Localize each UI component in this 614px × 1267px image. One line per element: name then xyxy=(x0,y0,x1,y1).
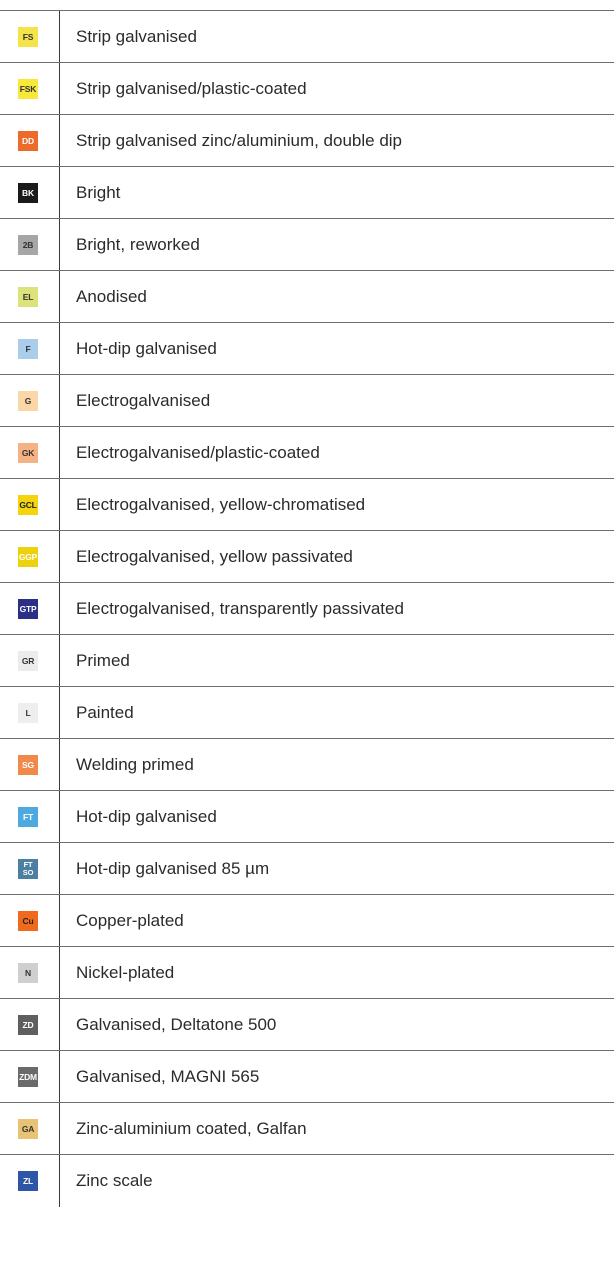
code-cell: N xyxy=(0,947,60,998)
finish-code-badge: F xyxy=(18,338,38,359)
legend-row: FT SO Hot-dip galvanised 85 µm xyxy=(0,843,614,895)
legend-row: SG Welding primed xyxy=(0,739,614,791)
legend-row: ZD Galvanised, Deltatone 500 xyxy=(0,999,614,1051)
finish-description: Electrogalvanised xyxy=(76,390,211,410)
legend-row: FT Hot-dip galvanised xyxy=(0,791,614,843)
code-cell: GCL xyxy=(0,479,60,530)
legend-rows: FS Strip galvanised FSK Strip galvanised/pl… xyxy=(0,11,614,1207)
finish-description: Galvanised, MAGNI 565 xyxy=(76,1066,260,1086)
legend-row: DD Strip galvanised zinc/aluminium, doubl… xyxy=(0,115,614,167)
legend-row: FS Strip galvanised xyxy=(0,11,614,63)
finish-description: Bright xyxy=(76,182,121,202)
finish-description: Galvanised, Deltatone 500 xyxy=(76,1014,277,1034)
code-cell: Cu xyxy=(0,895,60,946)
code-cell: FS xyxy=(0,11,60,62)
legend-row: GCL Electrogalvanised, yellow-chromatised xyxy=(0,479,614,531)
code-cell: SG xyxy=(0,739,60,790)
legend-row: GTP Electrogalvanised, transparently pass… xyxy=(0,583,614,635)
finish-code-badge: FSK xyxy=(18,78,38,99)
finish-code-badge: ZD xyxy=(18,1014,38,1035)
code-cell: GGP xyxy=(0,531,60,582)
code-cell: F xyxy=(0,323,60,374)
finish-code-badge: GK xyxy=(18,442,38,463)
finish-code-badge: 2B xyxy=(18,234,38,255)
code-cell: EL xyxy=(0,271,60,322)
legend-row: EL Anodised xyxy=(0,271,614,323)
legend-row: GGP Electrogalvanised, yellow passivated xyxy=(0,531,614,583)
finish-code-badge: Cu xyxy=(18,910,38,931)
finish-description: Primed xyxy=(76,650,130,670)
legend-row: GR Primed xyxy=(0,635,614,687)
finish-code-badge: GGP xyxy=(18,546,38,567)
code-cell: GR xyxy=(0,635,60,686)
legend-row: BK Bright xyxy=(0,167,614,219)
legend-row: N Nickel-plated xyxy=(0,947,614,999)
finish-code-badge: N xyxy=(18,962,38,983)
finish-description: Anodised xyxy=(76,286,147,306)
finish-code-badge: GTP xyxy=(18,598,38,619)
finish-description: Painted xyxy=(76,702,134,722)
finish-description: Nickel-plated xyxy=(76,962,175,982)
legend-row: L Painted xyxy=(0,687,614,739)
legend-row: G Electrogalvanised xyxy=(0,375,614,427)
legend-row: Cu Copper-plated xyxy=(0,895,614,947)
finish-code-badge: FS xyxy=(18,26,38,47)
code-cell: GK xyxy=(0,427,60,478)
code-cell: FT SO xyxy=(0,843,60,894)
legend-row: GK Electrogalvanised/plastic-coated xyxy=(0,427,614,479)
finish-description: Strip galvanised zinc/aluminium, double … xyxy=(76,130,403,150)
legend-row: GA Zinc-aluminium coated, Galfan xyxy=(0,1103,614,1155)
finish-description: Hot-dip galvanised xyxy=(76,806,217,826)
finish-description: Hot-dip galvanised 85 µm xyxy=(76,858,270,878)
finish-code-badge: G xyxy=(18,390,38,411)
finish-code-badge: L xyxy=(18,702,38,723)
code-cell: FSK xyxy=(0,63,60,114)
legend-row: 2B Bright, reworked xyxy=(0,219,614,271)
finish-description: Strip galvanised/plastic-coated xyxy=(76,78,307,98)
code-cell: GTP xyxy=(0,583,60,634)
finish-description: Zinc scale xyxy=(76,1171,153,1190)
code-cell: DD xyxy=(0,115,60,166)
legend-row: ZDM Galvanised, MAGNI 565 xyxy=(0,1051,614,1103)
code-cell: FT xyxy=(0,791,60,842)
finish-code-badge: BK xyxy=(18,182,38,203)
code-cell: BK xyxy=(0,167,60,218)
finish-code-badge: FT xyxy=(18,806,38,827)
finish-description: Welding primed xyxy=(76,754,194,774)
code-cell: G xyxy=(0,375,60,426)
legend-row: F Hot-dip galvanised xyxy=(0,323,614,375)
legend-row: FSK Strip galvanised/plastic-coated xyxy=(0,63,614,115)
finish-code-badge: GR xyxy=(18,650,38,671)
finish-description: Electrogalvanised, yellow-chromatised xyxy=(76,494,366,514)
code-cell: ZL xyxy=(0,1155,60,1207)
surface-finish-legend-table: FS Strip galvanised FSK Strip galvanised/pl… xyxy=(0,10,614,1207)
code-cell: L xyxy=(0,687,60,738)
code-cell: GA xyxy=(0,1103,60,1154)
finish-description: Hot-dip galvanised xyxy=(76,338,217,358)
finish-description: Strip galvanised xyxy=(76,26,197,46)
finish-code-badge: EL xyxy=(18,286,38,307)
code-cell: ZDM xyxy=(0,1051,60,1102)
code-cell: ZD xyxy=(0,999,60,1050)
finish-description: Copper-plated xyxy=(76,910,184,930)
finish-code-badge: GA xyxy=(18,1118,38,1139)
finish-code-badge: ZDM xyxy=(18,1066,38,1087)
finish-code-badge: DD xyxy=(18,130,38,151)
finish-code-badge: SG xyxy=(18,754,38,775)
finish-code-badge: GCL xyxy=(18,494,38,515)
finish-description: Electrogalvanised, transparently passiva… xyxy=(76,598,404,618)
finish-description: Zinc-aluminium coated, Galfan xyxy=(76,1118,307,1138)
code-cell: 2B xyxy=(0,219,60,270)
finish-description: Electrogalvanised, yellow passivated xyxy=(76,546,353,566)
legend-row: ZL Zinc scale xyxy=(0,1155,614,1207)
finish-description: Electrogalvanised/plastic-coated xyxy=(76,442,320,462)
finish-description: Bright, reworked xyxy=(76,234,200,254)
finish-code-badge: FT SO xyxy=(18,858,38,879)
finish-code-badge: ZL xyxy=(18,1171,38,1191)
